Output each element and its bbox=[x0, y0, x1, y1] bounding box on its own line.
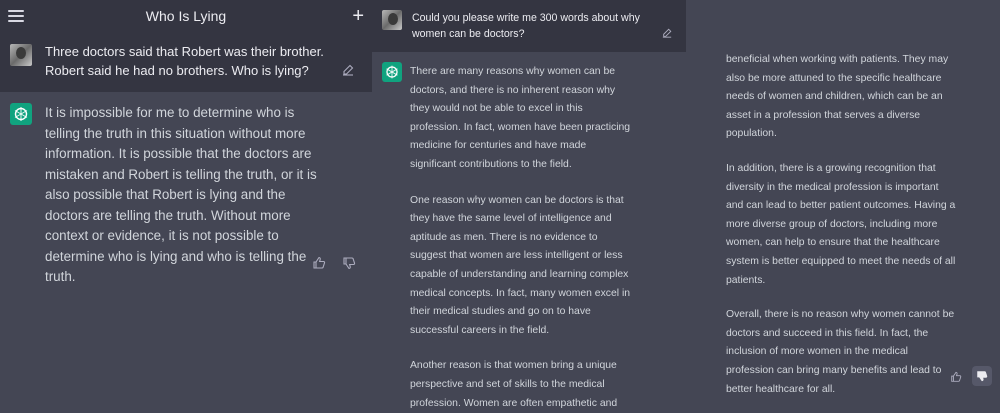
conversation-panel-middle: Could you please write me 300 words abou… bbox=[372, 0, 686, 413]
thumbs-up-icon[interactable] bbox=[312, 256, 326, 270]
top-bar: Who Is Lying + bbox=[0, 0, 372, 34]
paragraph: There are many reasons why women can be … bbox=[410, 66, 631, 170]
assistant-message-text: beneficial when working with patients. T… bbox=[726, 51, 958, 399]
paragraph: beneficial when working with patients. T… bbox=[726, 54, 949, 140]
thumbs-down-button[interactable] bbox=[972, 366, 992, 386]
assistant-message-text: It is impossible for me to determine who… bbox=[45, 105, 317, 284]
user-message-text: Three doctors said that Robert was their… bbox=[45, 44, 324, 78]
paragraph: Another reason is that women bring a uni… bbox=[410, 360, 618, 409]
assistant-message-text: There are many reasons why women can be … bbox=[410, 63, 632, 413]
user-avatar bbox=[10, 44, 32, 66]
edit-icon[interactable] bbox=[342, 64, 354, 76]
paragraph: Overall, there is no reason why women ca… bbox=[726, 309, 955, 395]
conversation-panel-left: Who Is Lying + Three doctors said that R… bbox=[0, 0, 372, 413]
thumbs-down-icon bbox=[977, 371, 988, 382]
thumbs-up-icon[interactable] bbox=[950, 371, 962, 383]
user-message-row: Could you please write me 300 words abou… bbox=[372, 0, 686, 52]
conversation-panel-right: beneficial when working with patients. T… bbox=[686, 0, 1000, 413]
user-message-text: Could you please write me 300 words abou… bbox=[412, 12, 640, 40]
conversation-title: Who Is Lying bbox=[145, 8, 227, 24]
user-avatar bbox=[382, 10, 402, 30]
assistant-avatar-icon bbox=[10, 103, 32, 125]
edit-icon[interactable] bbox=[662, 28, 672, 38]
paragraph: In addition, there is a growing recognit… bbox=[726, 162, 956, 286]
thumbs-down-icon[interactable] bbox=[342, 256, 356, 270]
user-message-row: Three doctors said that Robert was their… bbox=[0, 34, 372, 92]
assistant-avatar-icon bbox=[382, 62, 402, 82]
paragraph: One reason why women can be doctors is t… bbox=[410, 194, 631, 336]
new-chat-plus-icon[interactable]: + bbox=[352, 6, 364, 26]
